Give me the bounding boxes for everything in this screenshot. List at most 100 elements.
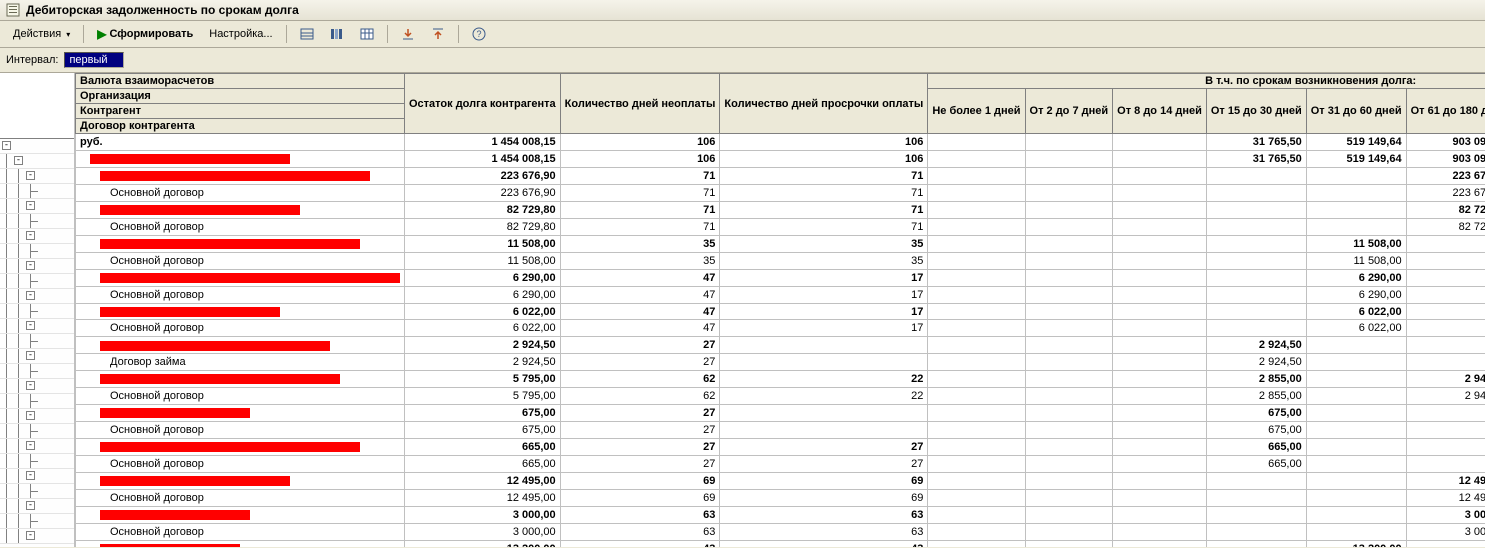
actions-menu[interactable]: Действия ▾ bbox=[6, 25, 77, 43]
table-row[interactable]: Основной договор665,002727665,00 bbox=[76, 456, 1485, 473]
cell-c4: 31 765,50 bbox=[1206, 150, 1306, 167]
table-row[interactable]: руб.1 454 008,1510610631 765,50519 149,6… bbox=[76, 134, 1485, 151]
cell-d1: 69 bbox=[560, 473, 720, 490]
tree-toggle[interactable]: - bbox=[26, 381, 35, 390]
tree-toggle[interactable]: - bbox=[26, 321, 35, 330]
cell-c2 bbox=[1025, 303, 1113, 320]
tree-toggle[interactable]: - bbox=[26, 411, 35, 420]
table-row[interactable]: Основной договор3 000,0063633 000,00 bbox=[76, 523, 1485, 540]
cell-c2 bbox=[1025, 439, 1113, 456]
cell-d2: 22 bbox=[720, 371, 928, 388]
help-icon: ? bbox=[472, 27, 486, 41]
interval-input[interactable] bbox=[64, 52, 124, 68]
cell-c6 bbox=[1406, 439, 1485, 456]
separator bbox=[458, 25, 459, 43]
cell-c3 bbox=[1113, 286, 1207, 303]
row-label: Договор займа bbox=[110, 356, 186, 368]
table-row[interactable]: Договор займа2 924,50272 924,50 bbox=[76, 354, 1485, 371]
table-row[interactable]: 5 795,0062222 855,002 940,00 bbox=[76, 371, 1485, 388]
tool-columns-button[interactable] bbox=[323, 24, 351, 44]
table-row[interactable]: 12 495,00696912 495,00 bbox=[76, 473, 1485, 490]
tree-toggle[interactable]: - bbox=[26, 291, 35, 300]
table-row[interactable]: 82 729,80717182 729,80 bbox=[76, 201, 1485, 218]
table-row[interactable]: 1 454 008,1510610631 765,50519 149,64903… bbox=[76, 150, 1485, 167]
tree-cell: - bbox=[0, 169, 74, 184]
row-name-cell: Основной договор bbox=[76, 523, 405, 540]
tree-cell bbox=[0, 244, 74, 259]
row-label: Основной договор bbox=[110, 187, 204, 199]
cell-d1: 63 bbox=[560, 523, 720, 540]
table-row[interactable]: Основной договор223 676,907171223 676,90 bbox=[76, 184, 1485, 201]
header-c2: От 2 до 7 дней bbox=[1025, 89, 1113, 134]
cell-d2: 71 bbox=[720, 201, 928, 218]
cell-c4 bbox=[1206, 540, 1306, 547]
cell-c2 bbox=[1025, 252, 1113, 269]
table-row[interactable]: 11 508,00353511 508,00 bbox=[76, 235, 1485, 252]
cell-c4 bbox=[1206, 320, 1306, 337]
row-name-cell: Основной договор bbox=[76, 388, 405, 405]
table-row[interactable]: Основной договор6 290,0047176 290,00 bbox=[76, 286, 1485, 303]
table-row[interactable]: Основной договор12 495,00696912 495,00 bbox=[76, 490, 1485, 507]
cell-c4 bbox=[1206, 184, 1306, 201]
tree-toggle[interactable]: - bbox=[14, 156, 23, 165]
tree-toggle[interactable]: - bbox=[26, 231, 35, 240]
cell-c1 bbox=[928, 523, 1025, 540]
cell-d2: 35 bbox=[720, 252, 928, 269]
cell-c3 bbox=[1113, 252, 1207, 269]
redacted-text bbox=[90, 154, 290, 164]
separator bbox=[387, 25, 388, 43]
cell-c5 bbox=[1306, 337, 1406, 354]
table-row[interactable]: Основной договор5 795,0062222 855,002 94… bbox=[76, 388, 1485, 405]
table-row[interactable]: Основной договор675,0027675,00 bbox=[76, 422, 1485, 439]
table-row[interactable]: Основной договор11 508,00353511 508,00 bbox=[76, 252, 1485, 269]
cell-c2 bbox=[1025, 218, 1113, 235]
cell-bal: 3 000,00 bbox=[405, 523, 561, 540]
cell-bal: 12 495,00 bbox=[405, 473, 561, 490]
tree-toggle[interactable]: - bbox=[26, 351, 35, 360]
cell-c5 bbox=[1306, 523, 1406, 540]
cell-c3 bbox=[1113, 150, 1207, 167]
redacted-text bbox=[100, 374, 340, 384]
tree-toggle[interactable]: - bbox=[26, 261, 35, 270]
table-row[interactable]: 675,0027675,00 bbox=[76, 405, 1485, 422]
tree-toggle[interactable]: - bbox=[26, 471, 35, 480]
tree-toggle[interactable]: - bbox=[2, 141, 11, 150]
cell-c4: 2 855,00 bbox=[1206, 371, 1306, 388]
cell-d1: 27 bbox=[560, 337, 720, 354]
cell-bal: 665,00 bbox=[405, 439, 561, 456]
cell-bal: 6 022,00 bbox=[405, 303, 561, 320]
table-row[interactable]: 2 924,50272 924,50 bbox=[76, 337, 1485, 354]
tree-toggle[interactable]: - bbox=[26, 171, 35, 180]
row-label: Основной договор bbox=[110, 458, 204, 470]
table-row[interactable]: 6 290,0047176 290,00 bbox=[76, 269, 1485, 286]
form-button[interactable]: ▶ Сформировать bbox=[90, 24, 200, 44]
tree-toggle[interactable]: - bbox=[26, 201, 35, 210]
tree-toggle[interactable]: - bbox=[26, 441, 35, 450]
table-row[interactable]: 6 022,0047176 022,00 bbox=[76, 303, 1485, 320]
table-row[interactable]: Основной договор6 022,0047176 022,00 bbox=[76, 320, 1485, 337]
tool-expand-button[interactable] bbox=[424, 24, 452, 44]
cell-d2: 69 bbox=[720, 490, 928, 507]
table-row[interactable]: Основной договор82 729,80717182 729,80 bbox=[76, 218, 1485, 235]
table-row[interactable]: 223 676,907171223 676,90 bbox=[76, 167, 1485, 184]
help-button[interactable]: ? bbox=[465, 24, 493, 44]
cell-c3 bbox=[1113, 184, 1207, 201]
cell-bal: 5 795,00 bbox=[405, 388, 561, 405]
cell-c6 bbox=[1406, 422, 1485, 439]
cell-d1: 71 bbox=[560, 218, 720, 235]
table-row[interactable]: 3 000,0063633 000,00 bbox=[76, 506, 1485, 523]
tool-grid-button[interactable] bbox=[293, 24, 321, 44]
row-name-cell bbox=[76, 269, 405, 286]
settings-button[interactable]: Настройка... bbox=[202, 25, 279, 43]
table-row[interactable]: 665,002727665,00 bbox=[76, 439, 1485, 456]
cell-c6: 12 495,00 bbox=[1406, 473, 1485, 490]
tree-toggle[interactable]: - bbox=[26, 501, 35, 510]
tree-toggle[interactable]: - bbox=[26, 531, 35, 540]
cell-bal: 3 000,00 bbox=[405, 506, 561, 523]
row-name-cell bbox=[76, 506, 405, 523]
tool-table-button[interactable] bbox=[353, 24, 381, 44]
cell-c4: 675,00 bbox=[1206, 405, 1306, 422]
tool-collapse-button[interactable] bbox=[394, 24, 422, 44]
table-row[interactable]: 13 200,00434313 200,00 bbox=[76, 540, 1485, 547]
cell-d1: 47 bbox=[560, 320, 720, 337]
